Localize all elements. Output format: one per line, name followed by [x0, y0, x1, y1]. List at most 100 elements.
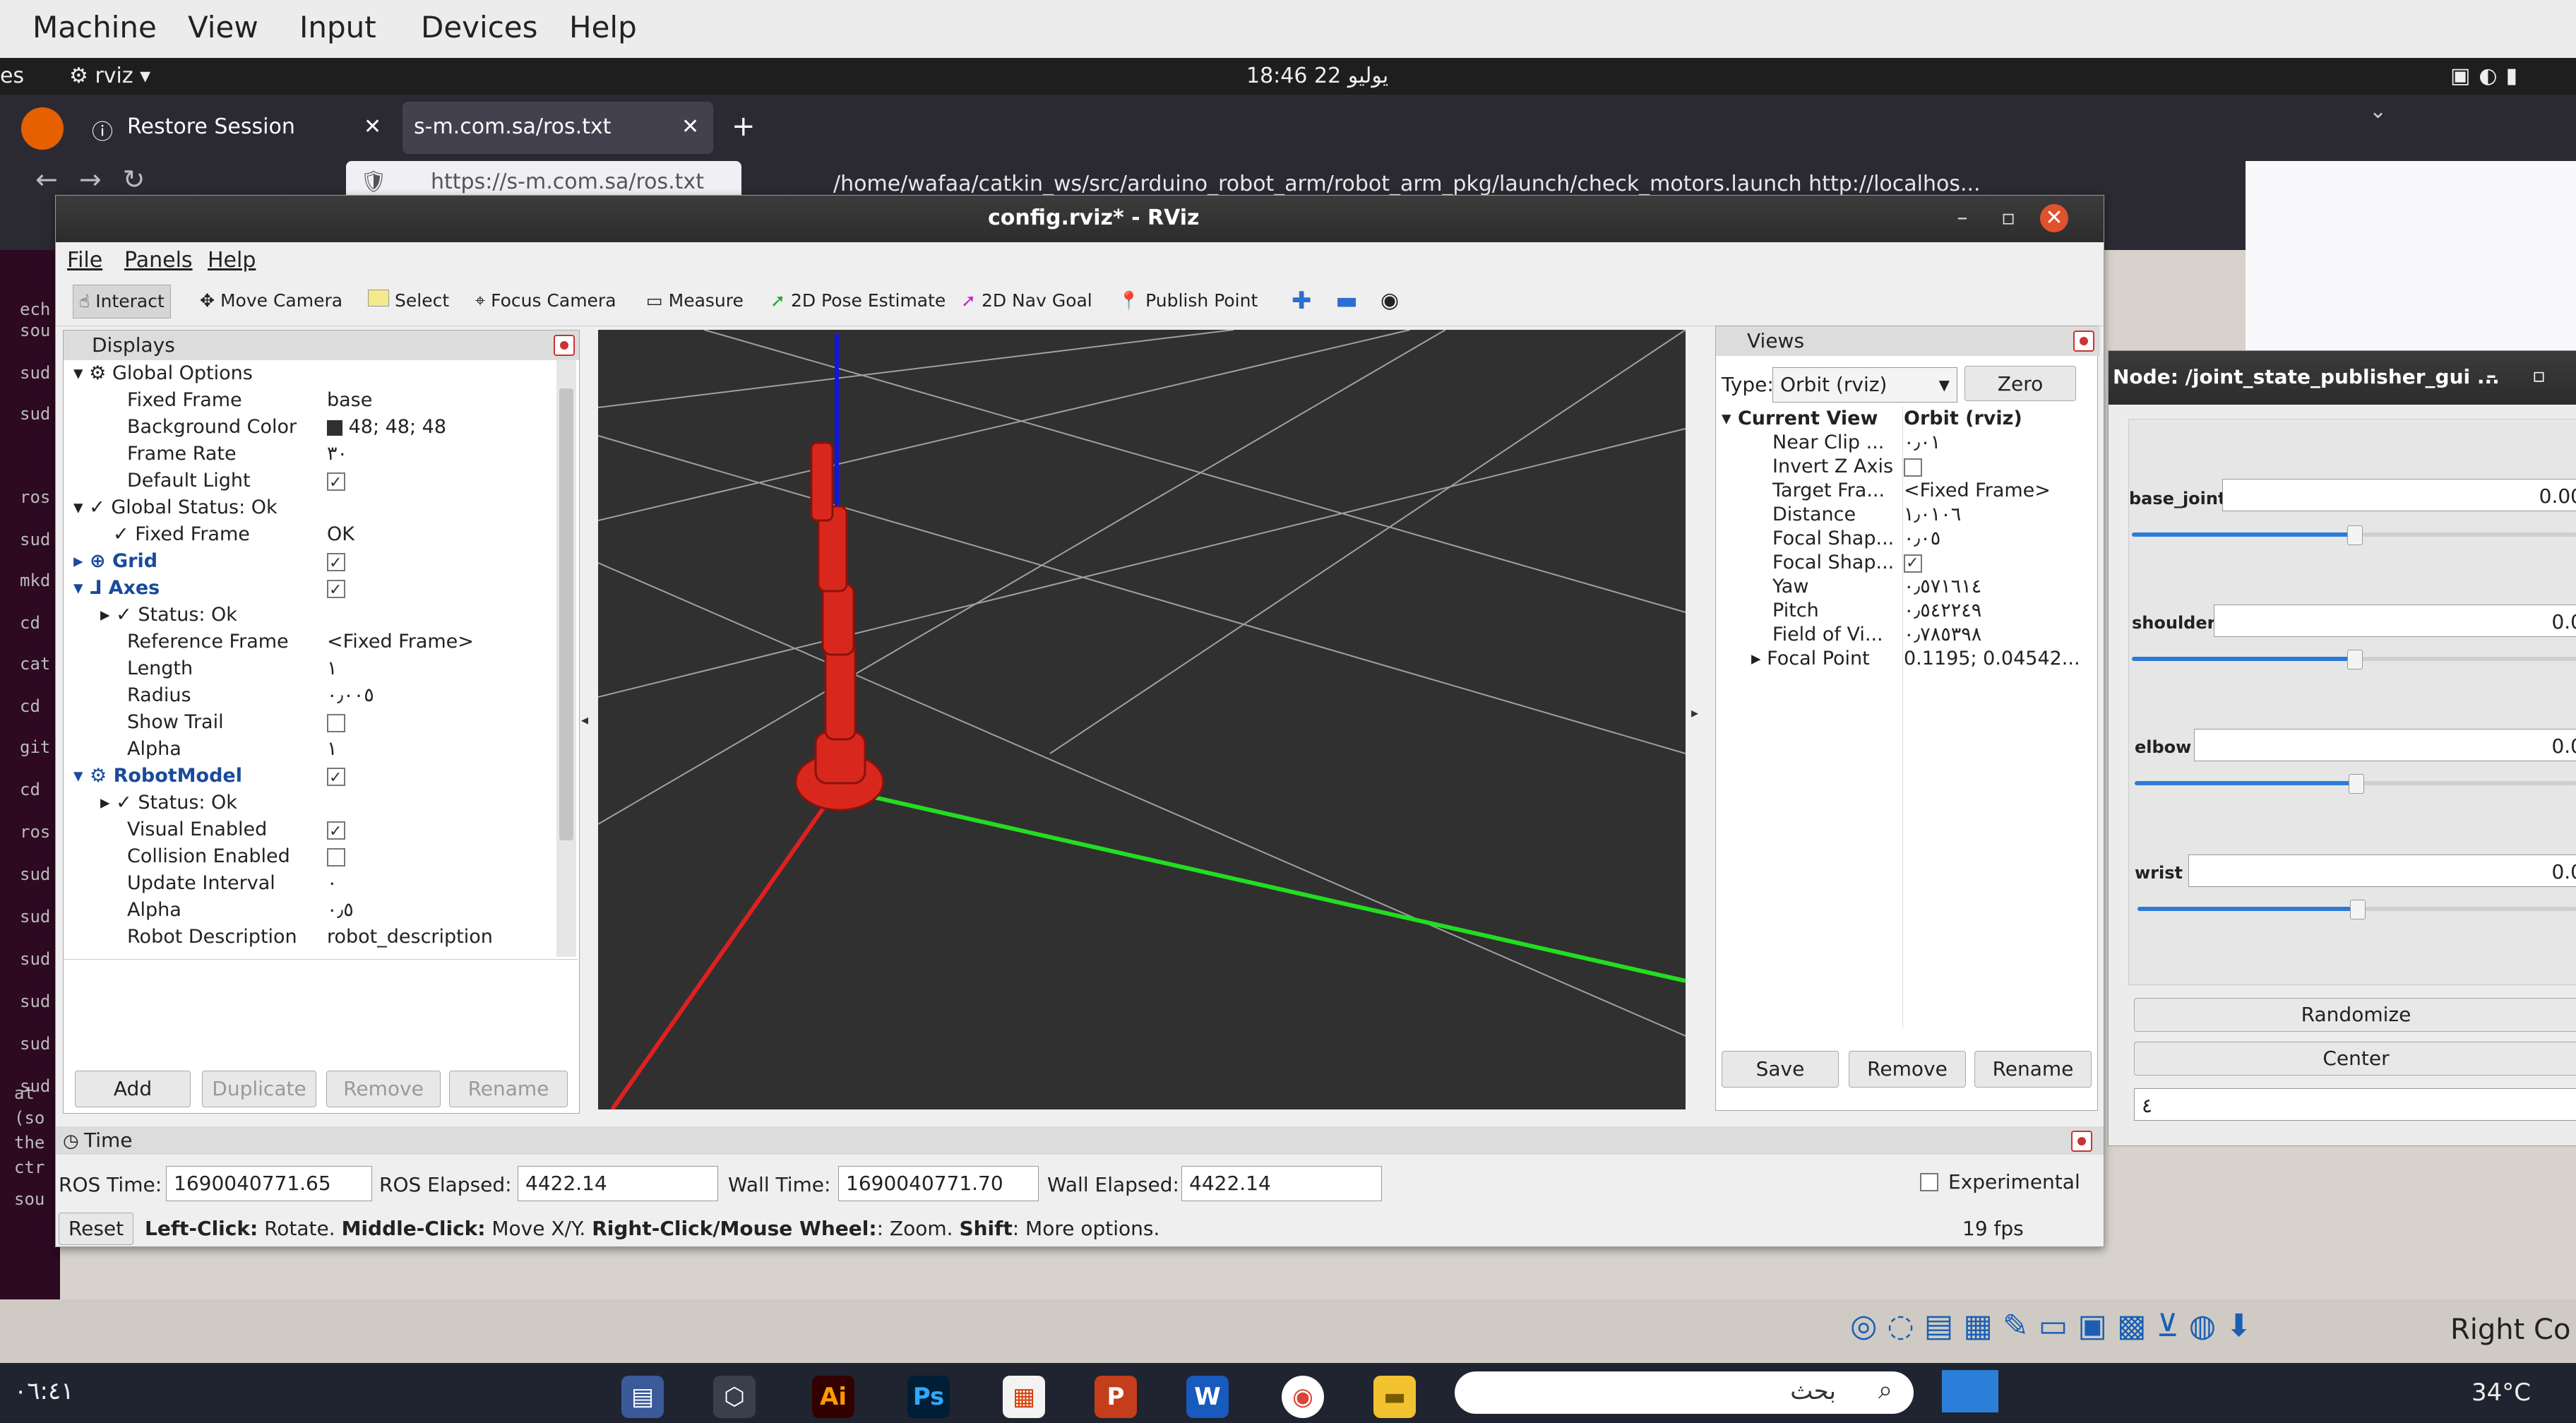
tool-publish-point[interactable]: 📍 Publish Point	[1118, 285, 1258, 317]
joint-value-field[interactable]: 0.0	[2188, 855, 2576, 887]
slider-knob[interactable]	[2350, 900, 2366, 919]
joint-count-field[interactable]: ٤	[2134, 1088, 2576, 1121]
checkbox[interactable]	[327, 847, 345, 867]
ros-elapsed-field[interactable]: 4422.14	[518, 1166, 718, 1201]
wall-elapsed-field[interactable]: 4422.14	[1181, 1166, 1382, 1201]
tool-measure[interactable]: ▭ Measure	[646, 285, 744, 317]
checkbox[interactable]	[327, 765, 345, 792]
3d-viewport[interactable]	[598, 330, 1686, 1109]
add-button[interactable]: Add	[75, 1071, 191, 1107]
maximize-icon[interactable]: ▫	[2532, 364, 2546, 387]
tab-list-chevron-icon[interactable]: ⌄	[2369, 99, 2387, 124]
tree-row[interactable]: Alpha ١	[69, 736, 556, 763]
tree-row[interactable]: ✓ Fixed Frame OK	[69, 521, 556, 548]
joint-slider[interactable]	[2137, 900, 2576, 919]
checkbox[interactable]	[1904, 458, 1922, 477]
vm-menu-help[interactable]: Help	[569, 10, 637, 44]
panel-close-icon[interactable]	[554, 335, 575, 356]
slider-knob[interactable]	[2347, 650, 2363, 669]
slider-knob[interactable]	[2349, 774, 2364, 794]
tree-row[interactable]: ▸ ✓ Status: Ok	[69, 602, 556, 629]
powerpoint-icon[interactable]: P	[1095, 1376, 1137, 1418]
zero-button[interactable]: Zero	[1964, 366, 2076, 401]
slider-knob[interactable]	[2347, 525, 2363, 545]
photoshop-icon[interactable]: Ps	[907, 1376, 950, 1418]
system-tray-icons[interactable]: ▣◐▮	[2450, 64, 2526, 88]
checkbox[interactable]	[1920, 1173, 1938, 1191]
joint-value-field[interactable]: 0.0	[2214, 605, 2576, 637]
joint-value-field[interactable]: 0.0	[2194, 729, 2576, 761]
tab-ros-txt[interactable]: s-m.com.sa/ros.txt ✕	[402, 102, 713, 154]
rename-view-button[interactable]: Rename	[1974, 1051, 2092, 1088]
remove-view-button[interactable]: Remove	[1849, 1051, 1966, 1088]
displays-scrollbar[interactable]	[556, 360, 576, 957]
tab-restore-session[interactable]: ⓘ Restore Session ✕	[78, 102, 395, 154]
nav-buttons[interactable]: ←→↻	[35, 164, 167, 195]
office-icon[interactable]: ▦	[1003, 1376, 1045, 1418]
checkbox[interactable]	[327, 713, 345, 732]
menu-help[interactable]: Help	[208, 248, 256, 273]
rename-button[interactable]: Rename	[449, 1071, 568, 1107]
remove-tool-icon[interactable]: ▬	[1335, 285, 1358, 317]
vm-menu-machine[interactable]: Machine	[32, 10, 157, 44]
menu-panels[interactable]: Panels	[124, 248, 193, 273]
wall-time-field[interactable]: 1690040771.70	[838, 1166, 1039, 1201]
add-tool-icon[interactable]: ✚	[1292, 285, 1312, 317]
joint-slider[interactable]	[2132, 525, 2576, 545]
tree-row[interactable]: Update Interval ٠	[69, 870, 556, 897]
tree-row[interactable]: Radius ٠٫٠٠٥	[69, 682, 556, 709]
minimize-icon[interactable]: –	[2486, 364, 2496, 387]
tree-row-global-options[interactable]: ▾ ⚙ Global Options	[69, 360, 556, 387]
tree-row[interactable]: Visual Enabled	[69, 816, 556, 845]
vm-menu-view[interactable]: View	[188, 10, 258, 44]
vm-device-icons[interactable]: ◎◌▤▦✎▭▣▩⊻◍⬇	[1850, 1308, 2262, 1344]
tree-row[interactable]: Show Trail	[69, 709, 556, 736]
maximize-icon[interactable]: ▫	[1994, 204, 2022, 232]
close-icon[interactable]: ✕	[364, 114, 381, 139]
chrome-icon[interactable]: ◉	[1282, 1376, 1324, 1418]
tree-row-grid[interactable]: ▸ ⊕ Grid	[69, 548, 556, 577]
windows-start-icon[interactable]	[1942, 1370, 1998, 1412]
eye-icon[interactable]: ◉	[1381, 285, 1399, 317]
tree-row[interactable]: Length ١	[69, 655, 556, 682]
clock[interactable]: 18:46 22 يوليو	[1246, 64, 1388, 88]
center-button[interactable]: Center	[2134, 1042, 2576, 1076]
word-icon[interactable]: W	[1186, 1376, 1229, 1418]
taskbar-time[interactable]: ٠٦:٤١	[14, 1377, 74, 1405]
collapse-left-icon[interactable]: ◂	[581, 711, 588, 728]
folder-icon[interactable]: ▬	[1373, 1376, 1416, 1418]
tree-row[interactable]: Background Color 48; 48; 48	[69, 414, 556, 441]
joint-slider[interactable]	[2135, 774, 2576, 794]
tree-row[interactable]: ▸ ✓ Status: Ok	[69, 790, 556, 816]
tree-row[interactable]: ▾ ✓ Global Status: Ok	[69, 494, 556, 521]
tool-2d-nav-goal[interactable]: ➚ 2D Nav Goal	[961, 285, 1092, 317]
minimize-icon[interactable]: –	[1948, 204, 1976, 232]
illustrator-icon[interactable]: Ai	[812, 1376, 854, 1418]
tree-row[interactable]: Collision Enabled	[69, 843, 556, 870]
vm-menu-input[interactable]: Input	[299, 10, 376, 44]
view-type-select[interactable]: Orbit (rviz) ▼	[1772, 367, 1957, 403]
rviz-title-bar[interactable]: config.rviz* - RViz – ▫ ✕	[56, 196, 2104, 242]
panel-close-icon[interactable]	[2073, 331, 2094, 352]
panel-close-icon[interactable]	[2071, 1131, 2092, 1152]
tree-row[interactable]: Frame Rate ٣٠	[69, 441, 556, 468]
tree-row-axes[interactable]: ▾ ⅃ Axes	[69, 575, 556, 604]
joint-value-field[interactable]: 0.00	[2222, 479, 2576, 511]
tree-row[interactable]: Robot Description robot_description	[69, 924, 556, 951]
checkbox[interactable]	[1904, 552, 1922, 576]
rviz-app-menu[interactable]: ⚙ rviz ▾	[69, 64, 150, 88]
randomize-button[interactable]: Randomize	[2134, 998, 2576, 1032]
taskbar-search[interactable]: بحث ⌕	[1455, 1371, 1914, 1414]
tree-row[interactable]: Fixed Frame base	[69, 387, 556, 414]
activities-label[interactable]: es	[0, 64, 24, 88]
tree-row-robotmodel[interactable]: ▾ ⚙ RobotModel	[69, 763, 556, 792]
tool-move-camera[interactable]: ✥ Move Camera	[200, 285, 342, 317]
tree-row[interactable]: Alpha ٠٫٥	[69, 897, 556, 924]
checkbox[interactable]	[327, 470, 345, 496]
collapse-right-icon[interactable]: ▸	[1691, 704, 1698, 721]
checkbox[interactable]	[327, 550, 345, 577]
tool-select[interactable]: Select	[368, 285, 449, 317]
virtualbox-icon[interactable]: ⬡	[713, 1376, 756, 1418]
task-app-icon[interactable]: ▤	[621, 1376, 664, 1418]
tool-interact[interactable]: ☝ Interact	[73, 285, 171, 318]
